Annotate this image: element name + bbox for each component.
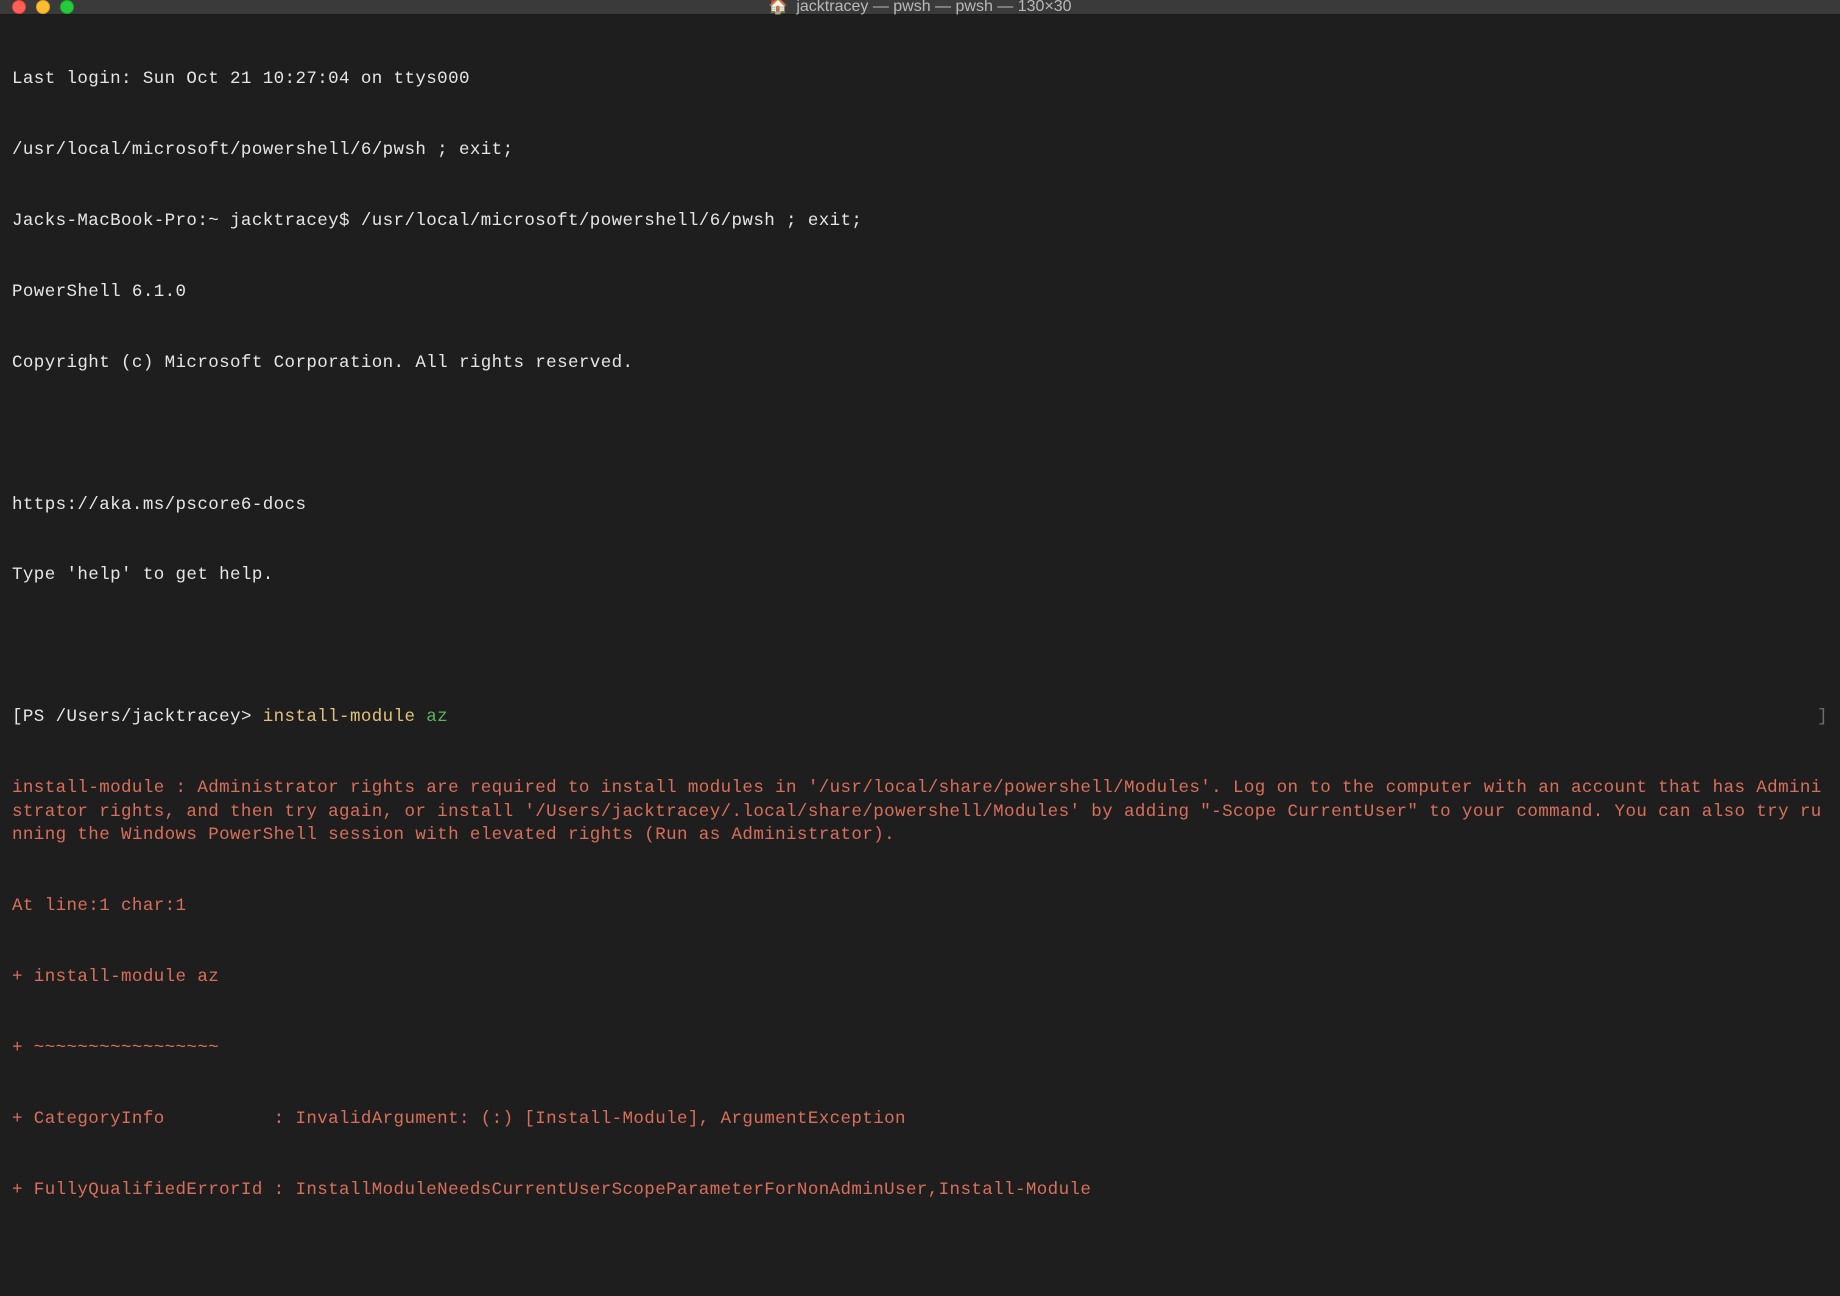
output-line: Type 'help' to get help. — [12, 564, 1828, 588]
prompt-bracket-close: ] — [1817, 706, 1828, 730]
error-source: + install-module az — [12, 966, 1828, 990]
prompt-line: [PS /Users/jacktracey> install-module az… — [12, 706, 1828, 730]
output-line: Jacks-MacBook-Pro:~ jacktracey$ /usr/loc… — [12, 210, 1828, 234]
output-line: PowerShell 6.1.0 — [12, 281, 1828, 305]
close-button[interactable] — [12, 0, 26, 14]
error-location: At line:1 char:1 — [12, 895, 1828, 919]
ps-prompt: PS /Users/jacktracey> — [23, 707, 263, 727]
blank-line — [12, 635, 1828, 659]
terminal-window: 🏠 jacktracey — pwsh — pwsh — 130×30 Last… — [0, 0, 1840, 648]
window-title: 🏠 jacktracey — pwsh — pwsh — 130×30 — [768, 0, 1071, 16]
command-cmdlet: install-module — [263, 707, 427, 727]
error-message: install-module : Administrator rights ar… — [12, 777, 1828, 848]
output-line: Copyright (c) Microsoft Corporation. All… — [12, 352, 1828, 376]
maximize-button[interactable] — [60, 0, 74, 14]
prompt-bracket-open: [ — [12, 707, 23, 727]
home-icon: 🏠 — [768, 0, 788, 15]
error-category: + CategoryInfo : InvalidArgument: (:) [I… — [12, 1108, 1828, 1132]
output-line: https://aka.ms/pscore6-docs — [12, 494, 1828, 518]
blank-line — [12, 1250, 1828, 1274]
title-text: jacktracey — pwsh — pwsh — 130×30 — [796, 0, 1071, 16]
terminal-content[interactable]: Last login: Sun Oct 21 10:27:04 on ttys0… — [0, 15, 1840, 1296]
traffic-lights — [12, 0, 74, 14]
output-line: Last login: Sun Oct 21 10:27:04 on ttys0… — [12, 68, 1828, 92]
minimize-button[interactable] — [36, 0, 50, 14]
error-marker: + ~~~~~~~~~~~~~~~~~ — [12, 1037, 1828, 1061]
error-id: + FullyQualifiedErrorId : InstallModuleN… — [12, 1179, 1828, 1203]
output-line: /usr/local/microsoft/powershell/6/pwsh ;… — [12, 139, 1828, 163]
titlebar: 🏠 jacktracey — pwsh — pwsh — 130×30 — [0, 0, 1840, 15]
command-arg: az — [426, 707, 448, 727]
blank-line — [12, 423, 1828, 447]
